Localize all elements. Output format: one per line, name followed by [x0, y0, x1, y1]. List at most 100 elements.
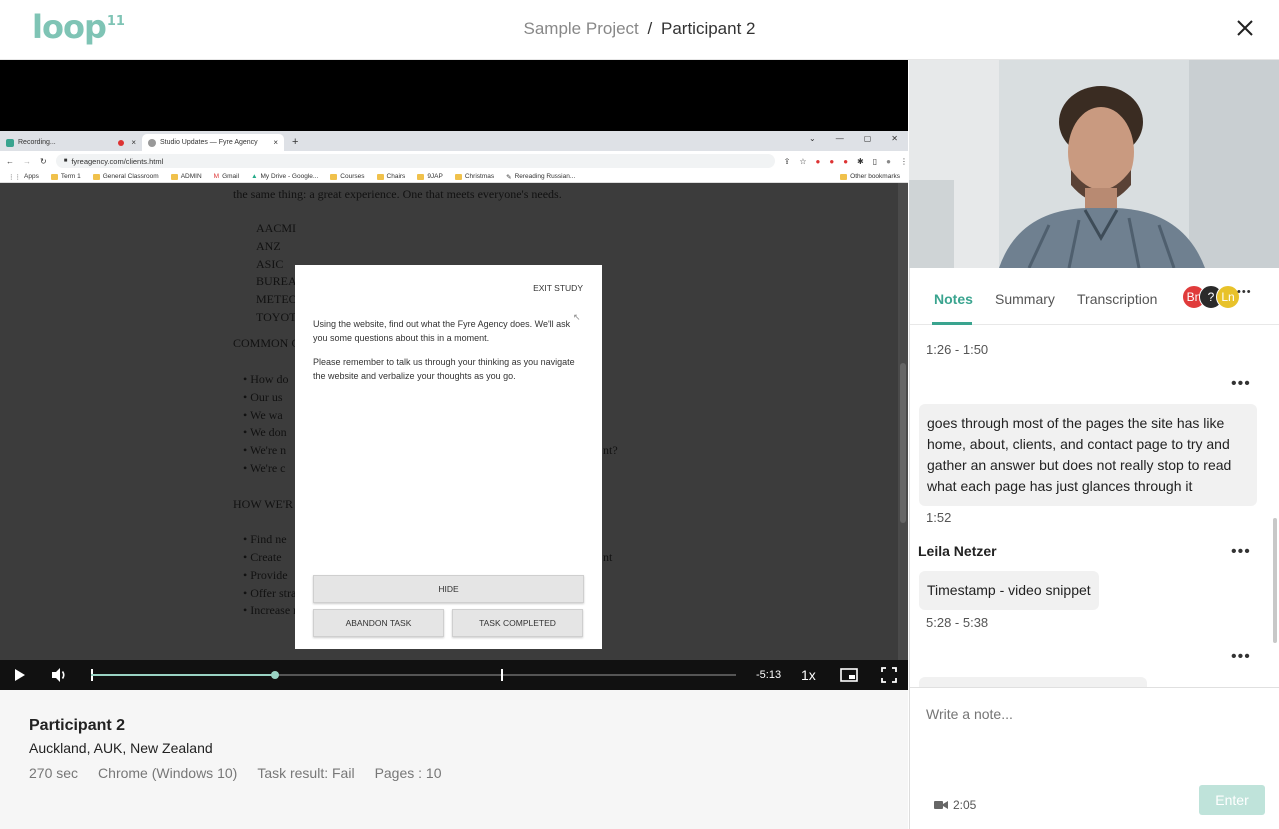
extension-icon: ● [829, 156, 835, 166]
participant-webcam [909, 60, 1279, 268]
bookmark-label: 9JAP [427, 173, 443, 180]
folder-icon [330, 173, 338, 180]
bookmark-label: General Classroom [102, 173, 159, 180]
playback-speed-button[interactable]: 1x [801, 667, 816, 683]
seek-progress [91, 674, 275, 676]
client-name: ANZ [256, 239, 281, 253]
star-icon: ☆ [799, 156, 807, 166]
bookmark-item: M Gmail [214, 173, 239, 180]
note-input[interactable] [926, 706, 1246, 722]
sidebar-icon: ▯ [872, 156, 878, 166]
participant-meta: 270 sec Chrome (Windows 10) Task result:… [29, 765, 442, 781]
fullscreen-icon[interactable] [881, 667, 897, 683]
note-time-range[interactable]: 5:28 - 5:38 [926, 615, 988, 630]
recording-dot-icon [118, 139, 124, 146]
note-timestamp[interactable]: 1:52 [926, 510, 951, 525]
note-menu-icon[interactable]: ••• [1231, 375, 1251, 393]
drive-icon: ▲ [251, 173, 258, 180]
folder-icon [170, 173, 178, 180]
note-time-range[interactable]: 1:26 - 1:50 [926, 342, 988, 357]
task-instructions: Using the website, find out what the Fyr… [313, 319, 571, 343]
collaborator-avatars[interactable]: Bn ? Ln [1182, 285, 1240, 309]
page-text: the same thing: a great experience. One … [233, 187, 562, 201]
enter-button[interactable]: Enter [1199, 785, 1265, 815]
tab-transcription[interactable]: Transcription [1077, 291, 1157, 307]
bookmark-label: Courses [340, 173, 365, 180]
address-bar: ■ fyreagency.com/clients.html [55, 154, 775, 168]
breadcrumb-project[interactable]: Sample Project [524, 19, 639, 38]
folder-icon [417, 173, 425, 180]
note-text: goes through most of the pages the site … [919, 404, 1257, 506]
breadcrumb-separator: / [647, 19, 653, 38]
top-bar: loop 11 Sample Project / Participant 2 [0, 0, 1279, 60]
address-url: fyreagency.com/clients.html [71, 156, 164, 166]
client-name: ASIC [256, 257, 284, 271]
window-controls: ⌄ — ▢ ✕ [809, 134, 898, 143]
note-composer: 2:05 Enter [910, 687, 1279, 829]
new-tab-icon: + [292, 136, 299, 148]
scrollbar-thumb[interactable] [1273, 518, 1277, 643]
bookmark-item: ADMIN [170, 173, 202, 180]
page-list-item: • Find ne [243, 532, 287, 546]
note-text: Timestamp - video snippet [919, 571, 1099, 610]
browser-tab-label: Recording... [18, 139, 56, 146]
browser-tab-recording: Recording... × [0, 134, 142, 151]
page-text-fragment: nt [603, 550, 613, 564]
browser-extensions: ⇪ ☆ ● ● ● ✱ ▯ ● ⋮ [784, 157, 908, 166]
notes-scrollbar[interactable] [1270, 325, 1279, 687]
browser-tab-strip: Recording... × Studio Updates — Fyre Age… [0, 131, 908, 151]
page-list-item: • We're n [243, 443, 287, 457]
abandon-task-button: ABANDON TASK [313, 609, 444, 637]
gmail-icon: M [213, 173, 220, 180]
page-text-fragment: nt? [603, 443, 618, 457]
breadcrumb-participant: Participant 2 [660, 19, 756, 38]
video-camera-icon [934, 801, 948, 809]
page-scrollbar [898, 183, 908, 679]
bookmark-item: 9JAP [417, 173, 443, 180]
play-icon[interactable] [11, 667, 27, 683]
hide-button: HIDE [313, 575, 584, 603]
extension-icon: ● [843, 156, 849, 166]
bookmarks-bar: ⋮⋮ Apps Term 1 General Classroom ADMIN MG… [0, 171, 908, 183]
participant-info: Participant 2 Auckland, AUK, New Zealand… [0, 690, 908, 829]
note-video-timestamp: 2:05 [934, 798, 976, 812]
bookmark-item: General Classroom [92, 173, 159, 180]
bookmark-item: Chairs [376, 173, 405, 180]
folder-icon [840, 173, 848, 180]
page-heading: HOW WE'R [233, 497, 294, 511]
tab-summary[interactable]: Summary [995, 291, 1055, 307]
webcam-feed [909, 60, 1279, 268]
picture-in-picture-icon[interactable] [840, 667, 858, 683]
page-list-item: • Provide [243, 568, 288, 582]
time-remaining: -5:13 [756, 669, 782, 681]
apps-grid-icon: ⋮⋮ [8, 173, 21, 181]
folder-icon [376, 173, 384, 180]
bookmark-label: Gmail [222, 173, 240, 180]
session-video[interactable]: Recording... × Studio Updates — Fyre Age… [0, 60, 908, 690]
note-menu-icon[interactable]: ••• [1231, 648, 1251, 666]
reload-icon: ↻ [40, 156, 47, 166]
more-options-icon[interactable]: ••• [1237, 286, 1252, 298]
bookmark-label: Rereading Russian... [514, 173, 576, 180]
note-menu-icon[interactable]: ••• [1231, 543, 1251, 561]
session-duration: 270 sec [29, 765, 79, 781]
task-completed-button: TASK COMPLETED [452, 609, 583, 637]
tab-notes[interactable]: Notes [934, 291, 973, 307]
client-name: AACMI [256, 221, 297, 235]
share-icon: ⇪ [783, 156, 791, 166]
folder-icon [454, 173, 462, 180]
bookmark-label: Apps [24, 173, 39, 180]
exit-study-link: EXIT STUDY [533, 283, 583, 293]
client-name: BUREA [256, 274, 297, 288]
page-heading: COMMON C [233, 336, 300, 350]
seek-handle[interactable] [270, 671, 279, 679]
seek-bar[interactable] [91, 669, 736, 681]
close-icon[interactable] [1233, 16, 1257, 40]
tab-close-icon: × [131, 138, 136, 147]
volume-icon[interactable] [50, 667, 68, 683]
task-marker[interactable] [500, 669, 503, 681]
folder-icon [92, 173, 100, 180]
maximize-icon: ▢ [863, 134, 872, 143]
notes-list: 1:26 - 1:50 ••• goes through most of the… [910, 325, 1270, 687]
page-list-item: • Our us [243, 390, 283, 404]
